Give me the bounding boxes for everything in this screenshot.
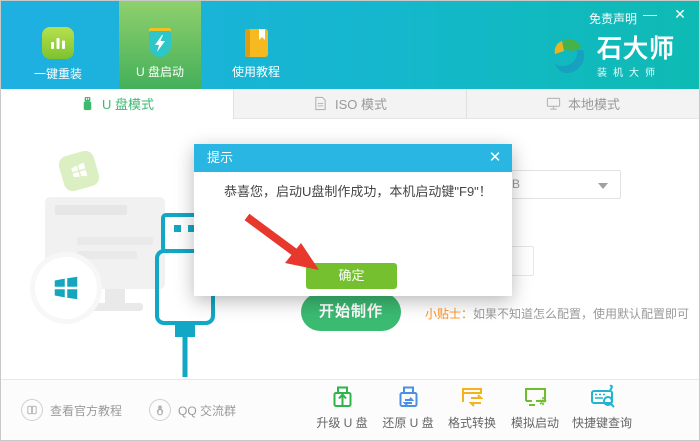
iso-file-icon xyxy=(313,96,328,111)
ok-button[interactable]: 确定 xyxy=(306,263,397,289)
tool-restore-usb-label: 还原 U 盘 xyxy=(382,416,434,430)
hotkey-query-icon xyxy=(589,384,616,411)
nav-item-tutorial[interactable]: 使用教程 xyxy=(215,1,297,89)
windows-logo-badge xyxy=(35,257,97,319)
monitor-illustration-line xyxy=(77,251,137,259)
usb-restore-icon xyxy=(395,384,422,411)
brand-tagline: 装机大师 xyxy=(597,67,661,79)
tool-simulate-boot-label: 模拟启动 xyxy=(510,416,559,430)
brand-name: 石大师 xyxy=(597,34,676,63)
tool-format-convert-label: 格式转换 xyxy=(447,416,496,430)
disclaimer-link[interactable]: 免责声明 xyxy=(589,10,637,27)
start-make-button[interactable]: 开始制作 xyxy=(301,293,401,331)
tab-iso-mode[interactable]: ISO 模式 xyxy=(233,89,466,119)
tool-upgrade-usb-label: 升级 U 盘 xyxy=(316,416,368,430)
tab-usb-mode[interactable]: U 盘模式 xyxy=(1,89,233,119)
footer: 查看官方教程 QQ 交流群 升级 U 盘 还原 U 盘 格式转换 模拟启动 快捷… xyxy=(1,379,699,440)
dialog-close-button[interactable]: ✕ xyxy=(484,147,506,169)
nav-label-tutorial: 使用教程 xyxy=(231,65,280,79)
format-convert-icon xyxy=(459,384,486,411)
tool-hotkey-query-label: 快捷键查询 xyxy=(571,416,632,430)
brand-logo: 石大师 装机大师 xyxy=(549,29,695,85)
nav-label-usb-boot: U 盘启动 xyxy=(135,65,184,79)
shield-lightning-icon xyxy=(142,25,178,61)
tab-local-label: 本地模式 xyxy=(567,97,620,112)
usb-upgrade-icon xyxy=(329,384,356,411)
usb-drive-icon xyxy=(80,96,95,111)
bar-chart-icon xyxy=(40,27,76,63)
tool-simulate-boot[interactable]: 模拟启动 xyxy=(500,384,570,431)
brand-logo-icon xyxy=(549,37,589,77)
windows-tile-icon xyxy=(56,148,102,194)
tab-iso-label: ISO 模式 xyxy=(334,97,387,112)
qq-group-link[interactable]: QQ 交流群 xyxy=(149,398,236,422)
tool-format-convert[interactable]: 格式转换 xyxy=(437,384,507,431)
close-button[interactable]: ✕ xyxy=(669,4,691,24)
official-tutorial-label: 查看官方教程 xyxy=(50,403,123,418)
chevron-down-icon xyxy=(598,183,608,189)
tab-usb-label: U 盘模式 xyxy=(101,97,154,112)
device-select[interactable]: B xyxy=(508,170,621,199)
tutorial-book-icon xyxy=(21,399,43,421)
tool-restore-usb[interactable]: 还原 U 盘 xyxy=(373,384,443,431)
dialog-titlebar: 提示 ✕ xyxy=(194,144,512,172)
header: 一键重装 U 盘启动 使用教程 免责声明 — ✕ 石大师 装机大师 xyxy=(1,1,699,89)
monitor-illustration-strip xyxy=(55,205,127,215)
monitor-icon xyxy=(546,96,561,111)
monitor-illustration-line xyxy=(77,237,153,245)
nav-item-reinstall[interactable]: 一键重装 xyxy=(17,1,99,89)
official-tutorial-link[interactable]: 查看官方教程 xyxy=(21,398,122,422)
device-select-value: B xyxy=(512,177,521,191)
monitor-illustration-base xyxy=(87,303,143,311)
nav-item-usb-boot[interactable]: U 盘启动 xyxy=(119,1,201,89)
qq-group-label: QQ 交流群 xyxy=(178,403,237,418)
monitor-illustration-stand xyxy=(105,289,125,303)
tool-hotkey-query[interactable]: 快捷键查询 xyxy=(567,384,637,431)
tool-upgrade-usb[interactable]: 升级 U 盘 xyxy=(307,384,377,431)
dialog-title: 提示 xyxy=(207,150,234,165)
mode-tabbar: U 盘模式 ISO 模式 本地模式 xyxy=(1,89,699,119)
tip-body: 如果不知道怎么配置，使用默认配置即可 xyxy=(473,307,690,321)
tip-text: 小贴士：如果不知道怎么配置，使用默认配置即可 xyxy=(425,305,689,322)
tab-local-mode[interactable]: 本地模式 xyxy=(466,89,699,119)
dialog-message: 恭喜您，启动U盘制作成功，本机启动键"F9"！ xyxy=(224,184,492,199)
partial-input-box xyxy=(510,246,534,276)
prompt-dialog: 提示 ✕ 恭喜您，启动U盘制作成功，本机启动键"F9"！ 确定 xyxy=(194,144,512,296)
app-window: 一键重装 U 盘启动 使用教程 免责声明 — ✕ 石大师 装机大师 U 盘模式 … xyxy=(0,0,700,441)
qq-penguin-icon xyxy=(149,399,171,421)
book-icon xyxy=(238,25,274,61)
simulate-boot-icon xyxy=(522,384,549,411)
nav-label-reinstall: 一键重装 xyxy=(33,67,82,81)
tip-label: 小贴士： xyxy=(425,307,474,321)
minimize-button[interactable]: — xyxy=(639,4,661,24)
